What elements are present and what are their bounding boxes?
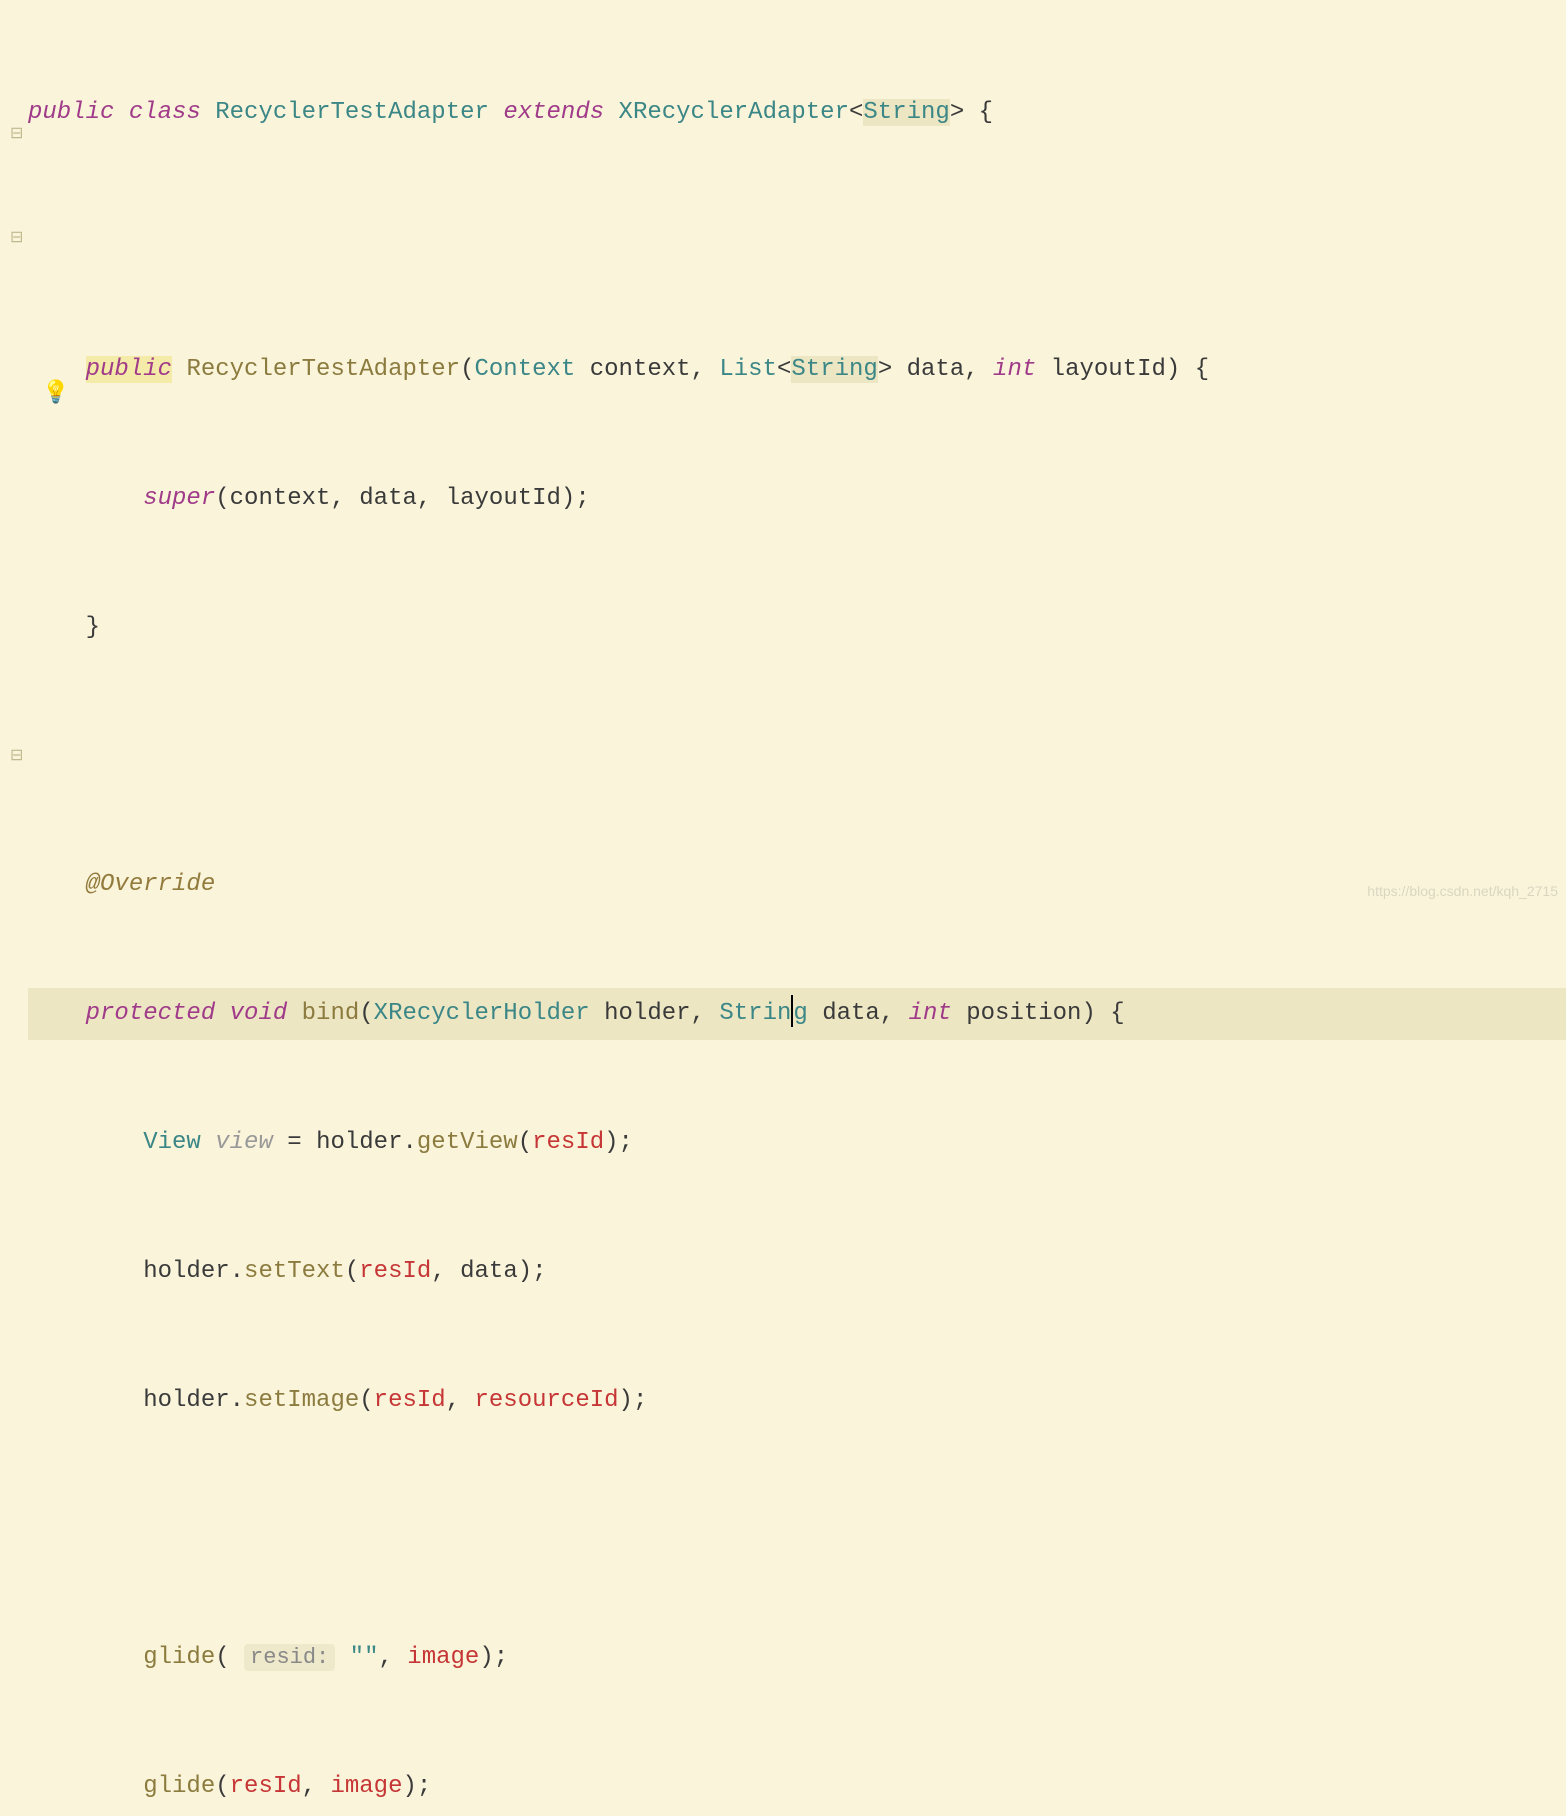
field-ref: resId: [374, 1387, 446, 1414]
param-name: layoutId: [1051, 356, 1166, 383]
text-cursor: [791, 995, 793, 1027]
code-line[interactable]: glide(resId, image);: [28, 1761, 1566, 1813]
keyword-int: int: [993, 356, 1036, 383]
code-line[interactable]: glide( resid: "", image);: [28, 1632, 1566, 1684]
obj-ref: holder: [143, 1258, 229, 1285]
code-line[interactable]: holder.setImage(resId, resourceId);: [28, 1375, 1566, 1427]
param-name: position: [966, 1000, 1081, 1027]
field-ref: resId: [230, 1773, 302, 1800]
param-name: data: [822, 1000, 880, 1027]
code-line[interactable]: [28, 1503, 1566, 1555]
class-name: RecyclerTestAdapter: [215, 99, 489, 126]
super-class: XRecyclerAdapter: [619, 99, 849, 126]
generic-type: String: [863, 99, 949, 126]
watermark-text: https://blog.csdn.net/kqh_2715: [1367, 880, 1558, 902]
obj-ref: holder: [316, 1129, 402, 1156]
keyword-protected: protected: [86, 1000, 216, 1027]
field-ref: image: [330, 1773, 402, 1800]
code-line[interactable]: View view = holder.getView(resId);: [28, 1117, 1566, 1169]
keyword-int: int: [909, 1000, 952, 1027]
param-type: XRecyclerHolder: [374, 1000, 590, 1027]
string-literal: "": [350, 1644, 379, 1671]
var-name: view: [215, 1129, 273, 1156]
param-name: context: [590, 356, 691, 383]
constructor-name: RecyclerTestAdapter: [186, 356, 460, 383]
field-ref: image: [407, 1644, 479, 1671]
fold-end-icon[interactable]: ⊟: [10, 744, 23, 770]
method-call: setText: [244, 1258, 345, 1285]
param-type: Context: [475, 356, 576, 383]
code-line[interactable]: public class RecyclerTestAdapter extends…: [28, 87, 1566, 139]
code-line[interactable]: }: [28, 602, 1566, 654]
keyword-void: void: [230, 1000, 288, 1027]
arg: data: [359, 485, 417, 512]
keyword-class: class: [129, 99, 201, 126]
generic-type: String: [791, 356, 877, 383]
parameter-hint: resid:: [244, 1644, 335, 1671]
keyword-public: public: [28, 99, 114, 126]
keyword-public: public: [86, 356, 172, 383]
param-type: List: [719, 356, 777, 383]
fold-end-icon[interactable]: ⊟: [10, 226, 23, 252]
arg: data: [460, 1258, 518, 1285]
param-type: String: [719, 1000, 807, 1027]
field-ref: resId: [532, 1129, 604, 1156]
code-line[interactable]: super(context, data, layoutId);: [28, 473, 1566, 525]
method-call: setImage: [244, 1387, 359, 1414]
code-line[interactable]: @Override: [28, 859, 1566, 911]
field-ref: resId: [359, 1258, 431, 1285]
field-ref: resourceId: [475, 1387, 619, 1414]
method-name: bind: [302, 1000, 360, 1027]
method-call: glide: [143, 1644, 215, 1671]
code-line[interactable]: [28, 216, 1566, 268]
code-line[interactable]: holder.setText(resId, data);: [28, 1246, 1566, 1298]
obj-ref: holder: [143, 1387, 229, 1414]
keyword-extends: extends: [503, 99, 604, 126]
param-name: data: [907, 356, 965, 383]
code-editor[interactable]: public class RecyclerTestAdapter extends…: [28, 10, 1566, 1816]
annotation-override: @Override: [86, 871, 216, 898]
method-call: getView: [417, 1129, 518, 1156]
code-line[interactable]: public RecyclerTestAdapter(Context conte…: [28, 344, 1566, 396]
arg: layoutId: [446, 485, 561, 512]
keyword-super: super: [143, 485, 215, 512]
fold-collapse-icon[interactable]: ⊟: [10, 122, 23, 148]
param-name: holder: [604, 1000, 690, 1027]
code-line-current[interactable]: protected void bind(XRecyclerHolder hold…: [28, 988, 1566, 1040]
code-line[interactable]: [28, 731, 1566, 783]
type-name: View: [143, 1129, 201, 1156]
arg: context: [230, 485, 331, 512]
method-call: glide: [143, 1773, 215, 1800]
